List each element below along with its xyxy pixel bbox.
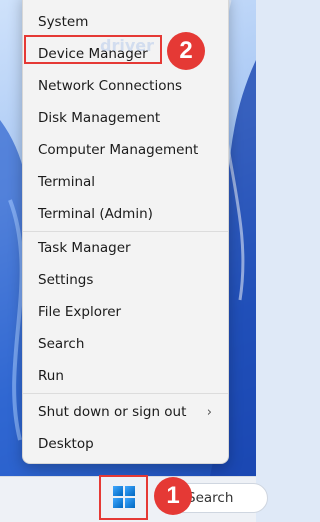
menu-separator xyxy=(23,393,228,394)
menu-item-system[interactable]: System xyxy=(23,7,228,37)
power-user-context-menu: System Device Manager Network Connection… xyxy=(22,0,229,464)
chevron-right-icon: › xyxy=(206,404,212,420)
menu-item-terminal-admin[interactable]: Terminal (Admin) xyxy=(23,199,228,229)
menu-item-search[interactable]: Search xyxy=(23,329,228,359)
menu-item-run[interactable]: Run xyxy=(23,361,228,391)
step-2-badge: 2 xyxy=(167,32,205,70)
device-manager-highlight-box xyxy=(24,35,162,64)
menu-item-file-explorer[interactable]: File Explorer xyxy=(23,297,228,327)
menu-item-terminal[interactable]: Terminal xyxy=(23,167,228,197)
menu-item-disk-management[interactable]: Disk Management xyxy=(23,103,228,133)
menu-item-task-manager[interactable]: Task Manager xyxy=(23,233,228,263)
menu-item-settings[interactable]: Settings xyxy=(23,265,228,295)
menu-item-shut-down-or-sign-out[interactable]: Shut down or sign out › xyxy=(23,397,228,427)
step-1-badge: 1 xyxy=(154,477,192,515)
windows-logo-icon[interactable] xyxy=(113,486,135,508)
menu-item-computer-management[interactable]: Computer Management xyxy=(23,135,228,165)
menu-item-network-connections[interactable]: Network Connections xyxy=(23,71,228,101)
menu-item-desktop[interactable]: Desktop xyxy=(23,429,228,459)
menu-separator xyxy=(23,231,228,232)
